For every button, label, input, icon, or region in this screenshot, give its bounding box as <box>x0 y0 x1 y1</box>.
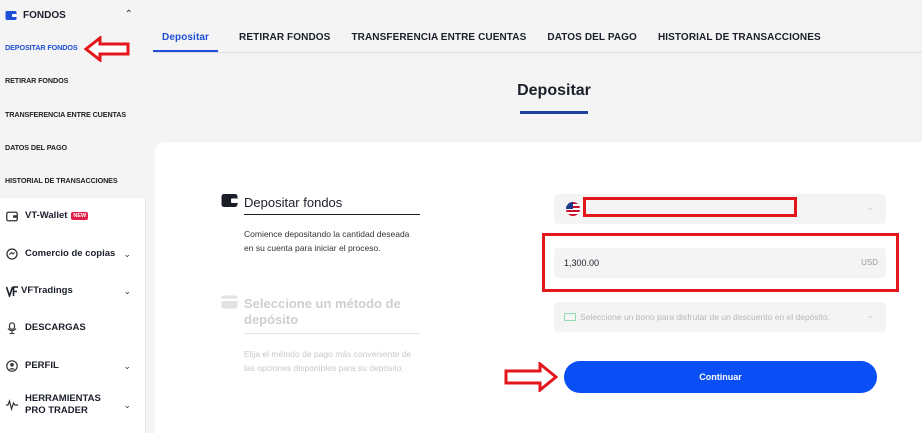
chevron-down-icon: ⌄ <box>866 202 874 212</box>
annotation-arrow-right-icon <box>504 362 558 392</box>
sidebar-item-copy-trading[interactable]: Comercio de copias ⌄ <box>5 245 141 263</box>
sidebar: FONDOS ⌃ DEPOSITAR FONDOS RETIRAR FONDOS… <box>0 0 146 433</box>
sidebar-group-fondos: FONDOS ⌃ DEPOSITAR FONDOS RETIRAR FONDOS… <box>0 0 146 198</box>
wallet-icon <box>221 194 238 207</box>
credit-card-icon <box>221 295 238 309</box>
step1-description: Comience depositando la cantidad deseada… <box>244 229 410 253</box>
sidebar-item-label: HERRAMIENTAS PRO TRADER <box>25 393 101 416</box>
sidebar-item-vt-wallet[interactable]: VT-Wallet NEW <box>5 207 141 225</box>
new-badge: NEW <box>71 212 89 220</box>
step2-description: Elija el método de pago más conveniente … <box>244 349 412 373</box>
title-underline <box>520 111 588 114</box>
sidebar-item-label: VFTradings <box>21 285 73 296</box>
tabs-divider <box>155 52 922 53</box>
sidebar-item-label: DESCARGAS <box>25 322 86 333</box>
us-flag-icon <box>566 202 580 216</box>
sidebar-item-vftradings[interactable]: VFTradings ⌄ <box>5 282 141 300</box>
sidebar-item-pro-tools[interactable]: HERRAMIENTAS PRO TRADER ⌄ <box>5 392 141 418</box>
user-icon <box>5 359 19 373</box>
chevron-down-icon: ⌄ <box>123 285 131 296</box>
copy-trade-icon <box>5 247 19 261</box>
tab-transferencia[interactable]: TRANSFERENCIA ENTRE CUENTAS <box>351 28 526 52</box>
annotation-highlight-box <box>542 233 899 292</box>
pro-tools-icon <box>5 398 19 412</box>
tab-retirar-fondos[interactable]: RETIRAR FONDOS <box>239 28 330 52</box>
step1-title: Depositar fondos <box>244 195 343 210</box>
chevron-down-icon: ⌄ <box>866 310 874 320</box>
sidebar-subitem-retirar[interactable]: RETIRAR FONDOS <box>5 76 68 85</box>
chevron-down-icon: ⌄ <box>123 360 131 371</box>
sidebar-item-descargas[interactable]: DESCARGAS <box>5 319 141 337</box>
annotation-redacted-box <box>583 197 797 217</box>
step2-title: Seleccione un método de depósito <box>244 296 401 327</box>
tab-historial[interactable]: HISTORIAL DE TRANSACCIONES <box>658 28 821 52</box>
sidebar-group-header[interactable]: FONDOS ⌃ <box>5 7 141 23</box>
step1-divider <box>244 214 420 215</box>
tab-bar: Depositar RETIRAR FONDOS TRANSFERENCIA E… <box>153 28 842 52</box>
sidebar-subitem-historial[interactable]: HISTORIAL DE TRANSACCIONES <box>5 176 118 185</box>
tab-datos-pago[interactable]: DATOS DEL PAGO <box>547 28 637 52</box>
step2-divider <box>244 333 420 334</box>
bonus-placeholder: Seleccione un bono para disfrutar de un … <box>580 312 830 322</box>
sidebar-item-label: Comercio de copias <box>25 248 116 259</box>
bonus-select[interactable]: Seleccione un bono para disfrutar de un … <box>554 302 886 332</box>
annotation-arrow-left-icon <box>84 36 130 62</box>
sidebar-subitem-datos-pago[interactable]: DATOS DEL PAGO <box>5 143 67 152</box>
sidebar-item-label: VT-Wallet <box>25 210 68 221</box>
chevron-down-icon: ⌄ <box>123 248 131 259</box>
ticket-icon <box>564 313 576 321</box>
sidebar-subitem-transferencia[interactable]: TRANSFERENCIA ENTRE CUENTAS <box>5 110 126 119</box>
tab-depositar[interactable]: Depositar <box>153 28 219 52</box>
download-icon <box>5 321 19 335</box>
continue-button[interactable]: Continuar <box>564 361 877 393</box>
sidebar-item-label: PERFIL <box>25 360 59 371</box>
chevron-up-icon: ⌃ <box>124 9 133 20</box>
page-title: Depositar <box>517 82 591 99</box>
sidebar-group-label: FONDOS <box>23 9 66 21</box>
chevron-down-icon: ⌄ <box>123 399 131 410</box>
wallet-icon <box>5 209 19 223</box>
sidebar-item-perfil[interactable]: PERFIL ⌄ <box>5 357 141 375</box>
vf-logo-icon <box>5 284 19 298</box>
wallet-icon <box>5 10 17 20</box>
sidebar-subitem-depositar[interactable]: DEPOSITAR FONDOS <box>5 43 78 52</box>
